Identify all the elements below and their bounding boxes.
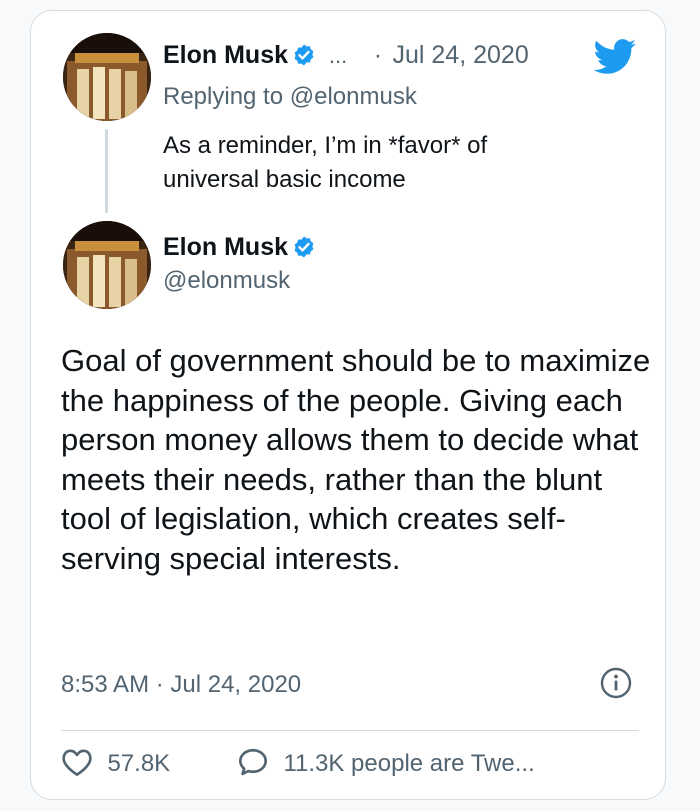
twitter-bird-icon — [593, 39, 637, 80]
author-name[interactable]: Elon Musk — [163, 233, 288, 261]
avatar-image — [63, 221, 151, 309]
reply-header: Elon Musk ... · Jul 24, 2020 — [163, 39, 529, 71]
speech-bubble-icon — [237, 747, 269, 790]
conversation-action[interactable]: 11.3K people are Twe... — [237, 747, 535, 781]
retweet-people-text: 11.3K people are Twe... — [283, 750, 535, 777]
tweet-body: Goal of government should be to maximize… — [61, 343, 651, 576]
avatar[interactable] — [63, 221, 151, 309]
like-action[interactable]: 57.8K — [61, 747, 170, 781]
ellipsis: ... — [328, 43, 348, 68]
main-header: Elon Musk — [163, 231, 316, 263]
divider — [61, 730, 639, 731]
reply-text-line-2: universal basic income — [163, 166, 406, 193]
info-icon[interactable] — [599, 666, 633, 705]
verified-badge-icon — [292, 235, 316, 271]
reply-text-line-1: As a reminder, I’m in *favor* of — [163, 132, 488, 159]
avatar-image — [63, 33, 151, 121]
verified-badge-icon — [292, 43, 316, 79]
replying-to[interactable]: Replying to @elonmusk — [163, 83, 417, 111]
avatar[interactable] — [63, 33, 151, 121]
reply-date[interactable]: Jul 24, 2020 — [393, 41, 529, 69]
heart-icon — [61, 747, 93, 790]
author-name[interactable]: Elon Musk — [163, 41, 288, 69]
tweet-timestamp[interactable]: 8:53 AM · Jul 24, 2020 — [61, 671, 301, 699]
author-handle[interactable]: @elonmusk — [163, 267, 290, 295]
date-separator: · — [373, 41, 383, 69]
like-count: 57.8K — [107, 750, 171, 777]
thread-connector — [105, 129, 108, 213]
tweet-card: Elon Musk ... · Jul 24, 2020 Replying to… — [30, 10, 666, 800]
